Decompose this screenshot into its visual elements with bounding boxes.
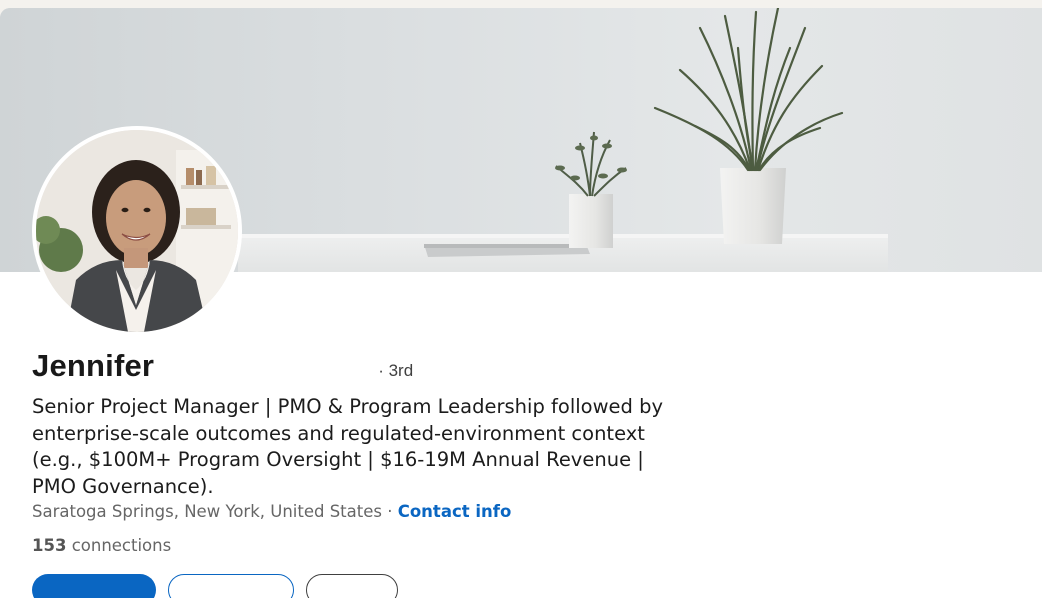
profile-actions xyxy=(32,574,398,598)
profile-location: Saratoga Springs, New York, United State… xyxy=(32,502,382,521)
location-row: Saratoga Springs, New York, United State… xyxy=(32,502,511,521)
profile-name-row: Jennifer · 3rd xyxy=(32,348,413,388)
profile-avatar[interactable] xyxy=(32,126,242,336)
connection-degree: · 3rd xyxy=(378,361,414,380)
profile-headline: Senior Project Manager | PMO & Program L… xyxy=(32,395,664,498)
connections-label: connections xyxy=(66,536,172,555)
profile-card: Jennifer · 3rd Senior Project Manager | … xyxy=(0,8,1042,598)
contact-info-link[interactable]: Contact info xyxy=(398,502,512,521)
primary-action-button[interactable] xyxy=(32,574,156,598)
person-photo-icon xyxy=(36,130,238,332)
connections-number: 153 xyxy=(32,536,67,555)
redacted-surname xyxy=(154,356,375,376)
location-separator: · xyxy=(381,502,398,521)
connections-count[interactable]: 153 connections xyxy=(32,536,171,555)
profile-name: Jennifer xyxy=(32,348,155,383)
more-button[interactable] xyxy=(306,574,398,598)
secondary-action-button[interactable] xyxy=(168,574,294,598)
